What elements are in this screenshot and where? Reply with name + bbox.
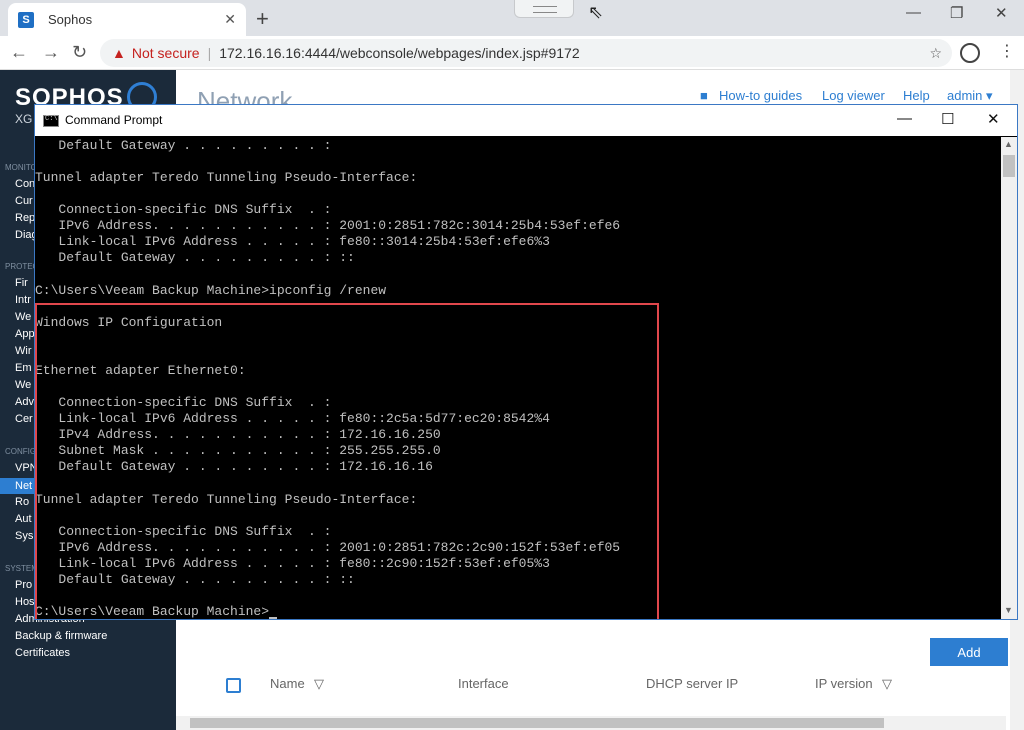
column-header-dhcp-server-ip[interactable]: DHCP server IP (646, 676, 738, 691)
console-output[interactable]: Default Gateway . . . . . . . . . : Tunne… (35, 137, 1001, 619)
forward-arrow-icon[interactable]: → (42, 42, 60, 63)
cmd-minimize-button[interactable]: — (897, 110, 912, 127)
console-line: Connection-specific DNS Suffix . : (35, 202, 332, 218)
sidebar-item[interactable]: We (15, 379, 31, 391)
browser-restore-button[interactable]: ❐ (950, 4, 963, 22)
console-line: IPv6 Address. . . . . . . . . . . : 2001… (35, 218, 621, 234)
sidebar-item[interactable]: Em (15, 362, 32, 374)
cmd-close-button[interactable]: ✕ (987, 110, 1000, 128)
window-drag-handle[interactable] (514, 0, 574, 18)
scrollbar-thumb[interactable] (190, 718, 884, 728)
sidebar-item[interactable]: Hos (15, 596, 35, 608)
command-prompt-window[interactable]: Command Prompt — ☐ ✕ Default Gateway . .… (34, 104, 1018, 620)
browser-minimize-button[interactable]: — (906, 4, 921, 21)
sidebar-item[interactable]: Fir (15, 277, 28, 289)
sidebar-item[interactable]: We (15, 311, 31, 323)
back-arrow-icon[interactable]: ← (10, 42, 28, 63)
sidebar-item-backup-firmware[interactable]: Backup & firmware (15, 630, 107, 642)
cmd-window-title: Command Prompt (65, 113, 163, 127)
how-to-guides-link[interactable]: How-to guides (719, 88, 802, 103)
highlight-box (35, 303, 659, 619)
sidebar-item[interactable]: Intr (15, 294, 31, 306)
column-header-interface[interactable]: Interface (458, 676, 509, 691)
sidebar-item-certificates[interactable]: Certificates (15, 647, 70, 659)
sidebar-item[interactable]: Wir (15, 345, 32, 357)
sidebar-item[interactable]: Cur (15, 195, 33, 207)
address-bar[interactable]: ▲ Not secure | 172.16.16.16:4444/webcons… (100, 39, 952, 67)
sophos-favicon-icon: S (18, 11, 34, 28)
scrollbar-thumb[interactable] (1003, 155, 1015, 177)
column-header-ip-version[interactable]: IP version (815, 676, 873, 691)
bookmark-star-icon[interactable]: ☆ (929, 45, 942, 62)
reload-icon[interactable]: ↻ (72, 42, 87, 63)
sidebar-item[interactable]: Con (15, 178, 35, 190)
product-name: XG (15, 112, 33, 126)
tab-close-icon[interactable]: ✕ (224, 11, 236, 28)
browser-menu-icon[interactable]: ⋮ (999, 41, 1015, 61)
console-line: C:\Users\Veeam Backup Machine>ipconfig /… (35, 282, 387, 298)
sidebar-item[interactable]: Rep (15, 212, 35, 224)
cmd-title-bar[interactable]: Command Prompt — ☐ ✕ (35, 105, 1017, 136)
column-header-name[interactable]: Name (270, 676, 305, 691)
admin-menu[interactable]: admin ▾ (947, 88, 993, 104)
console-line: Link-local IPv6 Address . . . . . : fe80… (35, 234, 550, 250)
sidebar-item[interactable]: Cer (15, 413, 33, 425)
account-icon[interactable] (960, 43, 980, 63)
security-status[interactable]: Not secure (132, 45, 200, 61)
browser-tab-bar: S Sophos ✕ + ⇖ — ❐ ✕ (0, 0, 1024, 36)
cmd-maximize-button[interactable]: ☐ (941, 110, 954, 128)
warning-triangle-icon: ▲ (112, 45, 126, 61)
cmd-vertical-scrollbar[interactable]: ▲ ▼ (1001, 137, 1017, 619)
filter-icon[interactable]: ▽ (882, 676, 892, 692)
select-all-checkbox[interactable] (226, 678, 241, 693)
address-separator: | (207, 45, 212, 61)
console-line: Default Gateway . . . . . . . . . : :: (35, 250, 355, 266)
browser-toolbar: ← → ↻ ▲ Not secure | 172.16.16.16:4444/w… (0, 36, 1024, 70)
add-button[interactable]: Add (930, 638, 1008, 666)
new-tab-button[interactable]: + (256, 6, 269, 32)
help-link[interactable]: Help (903, 88, 930, 103)
sidebar-item[interactable]: Sys (15, 530, 33, 542)
scroll-down-icon[interactable]: ▼ (1004, 605, 1013, 615)
video-camera-icon: ■ (700, 88, 708, 103)
mouse-cursor-icon: ⇖ (588, 2, 604, 22)
page-horizontal-scrollbar[interactable] (176, 716, 1006, 730)
console-line: Tunnel adapter Teredo Tunneling Pseudo-I… (35, 170, 418, 186)
filter-icon[interactable]: ▽ (314, 676, 324, 692)
sidebar-item[interactable]: Pro (15, 579, 32, 591)
url-text[interactable]: 172.16.16.16:4444/webconsole/webpages/in… (219, 45, 579, 61)
sidebar-item[interactable]: Adv (15, 396, 34, 408)
sidebar-section-system: SYSTEM (5, 564, 38, 573)
tab-title: Sophos (48, 12, 93, 27)
log-viewer-link[interactable]: Log viewer (822, 88, 885, 103)
sidebar-item[interactable]: App (15, 328, 35, 340)
sidebar-item[interactable]: Aut (15, 513, 32, 525)
console-line: Default Gateway . . . . . . . . . : (35, 138, 332, 153)
scroll-up-icon[interactable]: ▲ (1004, 139, 1013, 149)
sidebar-item[interactable]: Ro (15, 496, 29, 508)
browser-tab[interactable]: S Sophos ✕ (8, 3, 246, 36)
cmd-app-icon (43, 115, 59, 127)
browser-close-button[interactable]: ✕ (995, 4, 1008, 22)
